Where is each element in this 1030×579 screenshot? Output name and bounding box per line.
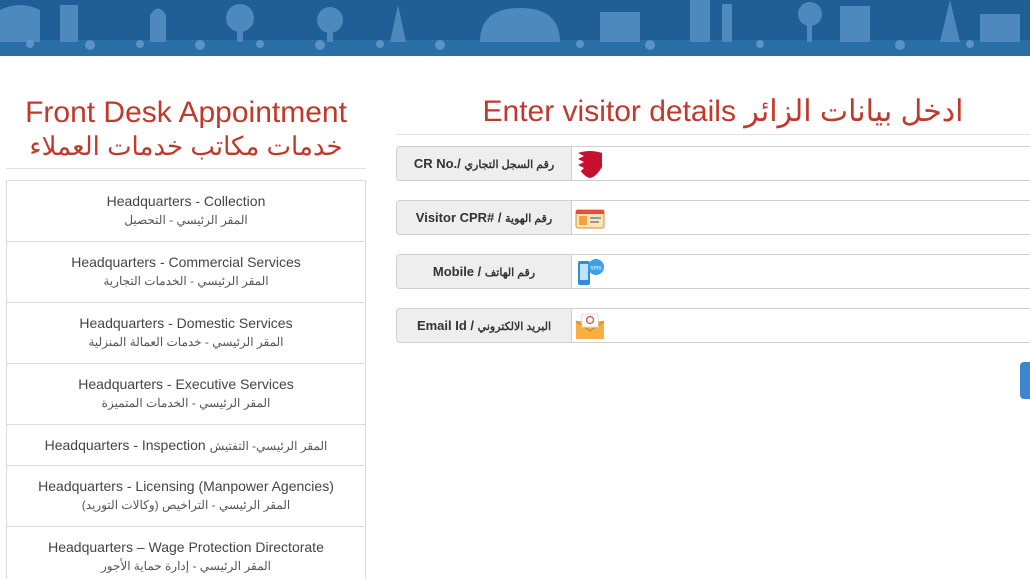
cr-number-field-group: CR No./ رقم السجل التجاري [396, 146, 1030, 181]
front-desk-title: Front Desk Appointment [25, 96, 347, 129]
id-card-icon [575, 209, 605, 229]
office-name-en: Headquarters - Collection [106, 193, 266, 209]
office-name-en: Headquarters - Licensing (Manpower Agenc… [38, 478, 334, 494]
mobile-field-group: Mobile / رقم الهاتف sms [396, 254, 1030, 289]
office-name-en: Headquarters - Executive Services [78, 376, 294, 392]
header-banner [0, 0, 1030, 56]
visitor-details-title: Enter visitor details ادخل بيانات الزائر [482, 95, 964, 128]
page: Front Desk Appointment خدمات مكاتب خدمات… [0, 0, 1030, 579]
office-name-ar: المقر الرئيسي - إدارة حماية الأجور [100, 559, 272, 573]
email-envelope-icon [575, 313, 605, 339]
office-name-ar: المقر الرئيسي - التحصيل [124, 213, 248, 227]
office-name-en: Headquarters – Wage Protection Directora… [48, 539, 324, 555]
submit-button[interactable] [1020, 362, 1030, 399]
office-name-ar: المقر الرئيسي - الخدمات التجارية [103, 274, 269, 288]
email-field-group: Email Id / البريد الالكتروني [396, 308, 1030, 343]
office-name-en: Headquarters - Domestic Services [79, 315, 293, 331]
office-list: Headquarters - Collection المقر الرئيسي … [6, 180, 366, 579]
right-divider [396, 134, 1030, 135]
sms-phone-icon: sms [578, 259, 604, 285]
email-label: Email Id / البريد الالكتروني [397, 309, 572, 342]
office-item-wage-protection[interactable]: Headquarters – Wage Protection Directora… [6, 527, 366, 579]
svg-text:sms: sms [591, 266, 602, 272]
cpr-label: Visitor CPR# / رقم الهوية [397, 201, 572, 234]
office-name-ar: المقر الرئيسي - التراخيص (وكالات التوريد… [81, 498, 291, 512]
cpr-input[interactable] [609, 201, 1029, 234]
office-name-en: Headquarters - Inspection [44, 437, 206, 453]
office-name-ar: المقر الرئيسي - خدمات العمالة المنزلية [88, 335, 284, 349]
office-item-inspection[interactable]: Headquarters - Inspection المقر الرئيسي-… [6, 425, 366, 466]
office-name-ar: المقر الرئيسي- التفتيش [209, 439, 328, 453]
office-name-ar: المقر الرئيسي - الخدمات المتميزة [101, 396, 271, 410]
email-input[interactable] [609, 309, 1029, 342]
cr-number-input[interactable] [609, 147, 1029, 180]
cpr-field-group: Visitor CPR# / رقم الهوية [396, 200, 1030, 235]
office-item-executive-services[interactable]: Headquarters - Executive Services المقر … [6, 364, 366, 425]
skyline-illustration [0, 0, 1030, 56]
mobile-label: Mobile / رقم الهاتف [397, 255, 572, 288]
left-divider [6, 168, 366, 169]
office-item-licensing[interactable]: Headquarters - Licensing (Manpower Agenc… [6, 466, 366, 527]
office-item-domestic-services[interactable]: Headquarters - Domestic Services المقر ا… [6, 303, 366, 364]
office-name-en: Headquarters - Commercial Services [71, 254, 301, 270]
office-item-commercial-services[interactable]: Headquarters - Commercial Services المقر… [6, 242, 366, 303]
cr-number-label: CR No./ رقم السجل التجاري [397, 147, 572, 180]
mobile-input[interactable] [609, 255, 1029, 288]
office-item-collection[interactable]: Headquarters - Collection المقر الرئيسي … [6, 181, 366, 242]
bahrain-flag-icon [578, 151, 602, 178]
front-desk-subtitle-arabic: خدمات مكاتب خدمات العملاء [29, 131, 343, 161]
